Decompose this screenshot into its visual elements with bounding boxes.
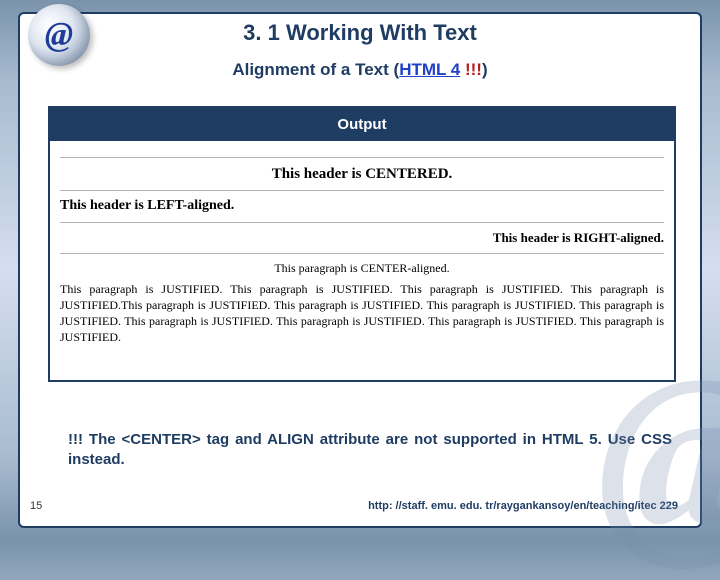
slide-subtitle: Alignment of a Text (HTML 4 !!!): [20, 60, 700, 80]
page-number: 15: [30, 500, 42, 512]
header-right: This header is RIGHT-aligned.: [60, 229, 664, 247]
header-centered: This header is CENTERED.: [60, 164, 664, 184]
slide-frame: 3. 1 Working With Text Alignment of a Te…: [18, 12, 702, 528]
footer-note: !!! The <CENTER> tag and ALIGN attribute…: [68, 430, 672, 471]
divider: [60, 157, 664, 158]
header-left: This header is LEFT-aligned.: [60, 197, 664, 216]
paragraph-justify: This paragraph is JUSTIFIED. This paragr…: [60, 281, 664, 346]
subtitle-link: HTML 4: [399, 60, 460, 79]
divider: [60, 253, 664, 254]
at-sign-icon: @: [45, 16, 73, 54]
divider: [60, 222, 664, 223]
footer-url: http: //staff. emu. edu. tr/raygankansoy…: [368, 500, 678, 512]
subtitle-prefix: Alignment of a Text (: [232, 60, 399, 79]
output-heading: Output: [50, 108, 674, 141]
output-box: Output This header is CENTERED. This hea…: [48, 106, 676, 382]
at-sign-badge: @: [28, 4, 90, 66]
divider: [60, 190, 664, 191]
subtitle-excl: !!!: [460, 60, 482, 79]
paragraph-center: This paragraph is CENTER-aligned.: [60, 260, 664, 276]
subtitle-suffix: ): [482, 60, 488, 79]
slide-title: 3. 1 Working With Text: [20, 20, 700, 46]
output-body: This header is CENTERED. This header is …: [50, 141, 674, 380]
